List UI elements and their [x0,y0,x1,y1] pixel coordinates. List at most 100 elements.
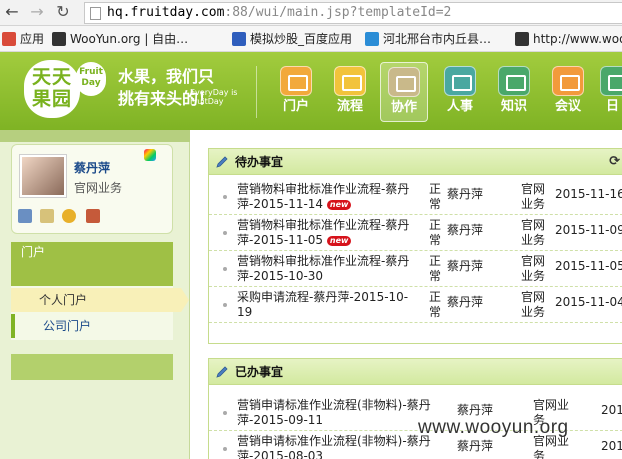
new-badge: new [326,200,352,210]
nav-workflow[interactable]: 流程 [326,62,374,122]
app-header: 天天果园 Fruit Day 水果，我们只挑有来头的！ EveryDay is … [0,52,622,130]
todo-org: 官网业务 [521,218,546,247]
todo-status: 正常 [429,290,442,319]
todo-panel-header: 待办事宜 ⟳ [209,149,622,175]
table-row[interactable]: 营销物料审批标准作业流程-蔡丹萍-2015-11-14 new 正常 蔡丹萍 官… [209,179,622,215]
side-menu-company-portal[interactable]: 公司门户 [11,314,173,338]
sidebar: 蔡丹萍 官网业务 门户 个人门户 公司门户 [0,130,190,459]
nav-knowledge[interactable]: 知识 [490,62,538,122]
note-icon[interactable] [40,209,54,223]
todo-status: 正常 [429,218,442,247]
cabinet-icon [498,66,530,96]
clipboard-icon [388,67,420,97]
todo-date: 2015-11-09 [555,223,622,237]
site-h-icon [365,32,379,46]
sidebar-bottom-bar [11,354,173,380]
table-row[interactable]: 营销物料审批标准作业流程-蔡丹萍-2015-11-05 new 正常 蔡丹萍 官… [209,215,622,251]
bullet-icon [223,231,227,235]
todo-title[interactable]: 营销物料审批标准作业流程-蔡丹萍-2015-11-05 new [237,218,415,248]
bookmark-baidu-stock[interactable]: 模拟炒股_百度应用 [232,26,352,51]
section-spacer [11,274,173,286]
url-path: :88/wui/main.jsp?templateId=2 [224,5,452,20]
pencil-icon [216,156,228,168]
theme-color-icon[interactable] [144,149,156,161]
browser-toolbar: ← → ↻ hq.fruitday.com:88/wui/main.jsp?te… [0,0,622,26]
nav-portal[interactable]: 门户 [272,62,320,122]
user-department: 官网业务 [74,181,123,195]
todo-status: 正常 [429,182,442,211]
phone-icon [552,66,584,96]
todo-date: 2015-11-05 [555,259,622,273]
sidebar-top-strip [0,130,190,142]
home-icon [280,66,312,96]
todo-title[interactable]: 营销物料审批标准作业流程-蔡丹萍-2015-11-14 new [237,182,415,212]
slogan-english: EveryDay is FruitDay [190,88,238,106]
done-panel-title: 已办事宜 [235,365,284,379]
todo-person: 蔡丹萍 [447,259,484,273]
bullet-icon [223,411,227,415]
bullet-icon [223,447,227,451]
forward-arrow-icon[interactable]: → [28,3,46,21]
page-icon [90,7,101,20]
nav-meeting[interactable]: 会议 [544,62,592,122]
done-panel-header: 已办事宜 [209,359,622,385]
todo-panel: 待办事宜 ⟳ 营销物料审批标准作业流程-蔡丹萍-2015-11-14 new 正… [208,148,622,344]
bullet-icon [223,303,227,307]
bookmarks-bar: 应用 WooYun.org | 自由… 模拟炒股_百度应用 河北邢台市内丘县… … [0,26,622,52]
todo-panel-title: 待办事宜 [235,155,284,169]
wooyun-icon [515,32,529,46]
bookmark-apps[interactable]: 应用 [2,26,44,51]
todo-date: 2015-11-16 [555,187,622,201]
book-icon[interactable] [18,209,32,223]
refresh-icon[interactable]: ⟳ [609,149,620,175]
apps-grid-icon [2,32,16,46]
calendar-icon [600,66,622,96]
bookmark-hebei[interactable]: 河北邢台市内丘县… [365,26,491,51]
todo-org: 官网业务 [521,182,546,211]
address-bar[interactable]: hq.fruitday.com:88/wui/main.jsp?template… [84,2,622,24]
chart-bars-icon [334,66,366,96]
lock-icon[interactable] [62,209,76,223]
todo-date: 2015-11-04 [555,295,622,309]
pencil-icon [216,366,228,378]
done-date: 2015-09 [601,403,622,417]
watermark: www.wooyun.org [418,417,569,438]
done-title[interactable]: 营销申请标准作业流程(非物料)-蔡丹萍-2015-08-03 [237,434,437,459]
user-name[interactable]: 蔡丹萍 [74,159,110,176]
todo-person: 蔡丹萍 [447,223,484,237]
url-host: hq.fruitday.com [107,5,225,20]
todo-title[interactable]: 营销物料审批标准作业流程-蔡丹萍-2015-10-30 [237,254,415,284]
back-arrow-icon[interactable]: ← [3,3,21,21]
people-icon [444,66,476,96]
table-row[interactable]: 营销物料审批标准作业流程-蔡丹萍-2015-10-30 正常 蔡丹萍 官网业务 … [209,251,622,287]
nav-calendar[interactable]: 日 [598,62,622,122]
todo-person: 蔡丹萍 [447,187,484,201]
new-badge: new [326,236,352,246]
side-menu: 个人门户 公司门户 [11,286,189,340]
bullet-icon [223,195,227,199]
logo[interactable]: 天天果园 Fruit Day [24,60,106,118]
reload-icon[interactable]: ↻ [54,3,72,21]
wooyun-icon [52,32,66,46]
done-title[interactable]: 营销申请标准作业流程(非物料)-蔡丹萍-2015-09-11 [237,398,437,428]
nav-collaboration[interactable]: 协作 [380,62,428,122]
todo-person: 蔡丹萍 [447,295,484,309]
logo-text: 天天果园 [24,60,80,118]
baidu-paw-icon [232,32,246,46]
table-row[interactable]: 采购申请流程-蔡丹萍-2015-10-19 正常 蔡丹萍 官网业务 2015-1… [209,287,622,323]
main-content: 待办事宜 ⟳ 营销物料审批标准作业流程-蔡丹萍-2015-11-14 new 正… [192,130,622,459]
done-date: 2015-08 [601,439,622,453]
todo-org: 官网业务 [521,290,546,319]
done-panel: 已办事宜 营销申请标准作业流程(非物料)-蔡丹萍-2015-09-11 蔡丹萍 … [208,358,622,459]
bullet-icon [223,267,227,271]
bookmark-wooyun[interactable]: WooYun.org | 自由… [52,26,188,51]
todo-title[interactable]: 采购申请流程-蔡丹萍-2015-10-19 [237,290,415,320]
network-icon[interactable] [86,209,100,223]
bookmark-wooyun-url[interactable]: http://www.woo… [515,26,622,51]
side-menu-personal-portal[interactable]: 个人门户 [11,288,189,312]
section-portal: 门户 [11,242,173,274]
header-divider [256,66,257,118]
nav-hr[interactable]: 人事 [436,62,484,122]
todo-org: 官网业务 [521,254,546,283]
avatar[interactable] [20,155,66,197]
